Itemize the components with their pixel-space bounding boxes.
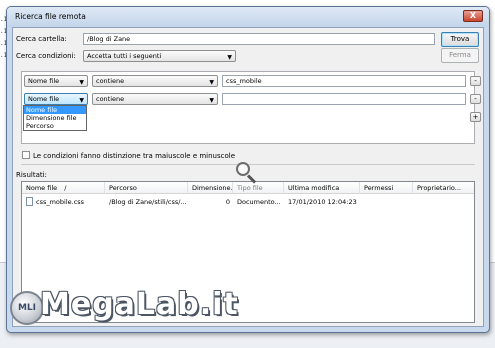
rule-field-value: Nome file	[28, 95, 60, 103]
rule-operator-select[interactable]: contiene ▼	[92, 75, 218, 87]
case-sensitive-checkbox[interactable]	[22, 151, 30, 159]
rule-field-select[interactable]: Nome file ▼	[24, 75, 88, 87]
column-header-type[interactable]: Tipo file	[233, 182, 284, 194]
column-header-permissions[interactable]: Permessi	[360, 182, 413, 194]
conditions-label: Cerca condizioni:	[16, 52, 76, 60]
result-size: 0	[225, 198, 230, 206]
sort-arrow-icon: /	[64, 184, 67, 192]
rule-operator-select[interactable]: contiene ▼	[92, 93, 218, 105]
column-header-owner[interactable]: Proprietario...	[413, 182, 474, 194]
result-type: Documento...	[237, 198, 281, 206]
column-header-name[interactable]: Nome file /	[22, 182, 105, 194]
rule-field-select[interactable]: Nome file ▼	[24, 93, 88, 105]
css-file-icon	[26, 197, 33, 206]
chevron-down-icon: ▼	[227, 54, 232, 61]
title-bar[interactable]: Ricerca file remota X	[7, 7, 489, 27]
column-header-label: Nome file	[26, 184, 58, 192]
close-icon: X	[469, 11, 477, 20]
column-header-path[interactable]: Percorso	[105, 182, 188, 194]
add-rule-button[interactable]: +	[470, 112, 481, 122]
watermark-text: MegaLab.it	[40, 287, 239, 322]
chevron-down-icon: ▼	[79, 79, 84, 86]
rule-field-value: Nome file	[28, 77, 60, 85]
results-label: Risultati:	[16, 171, 47, 179]
stop-button[interactable]: Ferma	[441, 48, 479, 63]
result-path: /Blog di Zane/stili/css/...	[109, 198, 187, 206]
find-button[interactable]: Trova	[441, 32, 479, 47]
dropdown-option[interactable]: Dimensione file	[24, 114, 86, 122]
column-header-size[interactable]: Dimensione...	[188, 182, 233, 194]
chevron-down-icon: ▼	[209, 79, 214, 86]
folder-label: Cerca cartella:	[16, 35, 67, 43]
rule-operator-value: contiene	[96, 95, 125, 103]
rule-value-input[interactable]	[222, 93, 466, 105]
case-sensitive-label: Le condizioni fanno distinzione tra maiu…	[33, 152, 236, 160]
chevron-down-icon: ▼	[209, 97, 214, 104]
field-dropdown-list: Nome file Dimensione file Percorso	[23, 105, 87, 131]
rule-operator-value: contiene	[96, 77, 125, 85]
conditions-panel: Nome file ▼ contiene ▼ css_mobile - Nome…	[21, 71, 481, 144]
rule-value-input[interactable]: css_mobile	[222, 75, 466, 87]
result-name[interactable]: css_mobile.css	[36, 197, 105, 207]
column-header-modified[interactable]: Ultima modifica	[284, 182, 360, 194]
watermark-logo: MLI	[10, 291, 44, 325]
conditions-select-value: Accetta tutti i seguenti	[87, 52, 162, 60]
dialog-title: Ricerca file remota	[15, 12, 86, 21]
dropdown-option[interactable]: Nome file	[24, 106, 86, 114]
dropdown-option[interactable]: Percorso	[24, 122, 86, 130]
close-button[interactable]: X	[463, 10, 483, 22]
remove-rule-button[interactable]: -	[470, 94, 481, 104]
folder-input[interactable]: /Blog di Zane	[83, 33, 435, 45]
remove-rule-button[interactable]: -	[470, 76, 481, 86]
conditions-select[interactable]: Accetta tutti i seguenti ▼	[83, 50, 236, 62]
result-modified: 17/01/2010 12:04:23	[288, 198, 357, 206]
